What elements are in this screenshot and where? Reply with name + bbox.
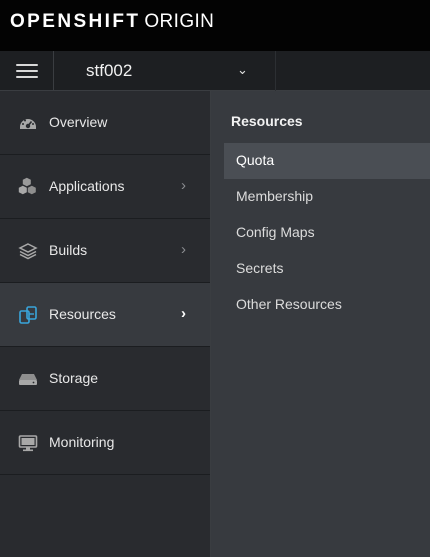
chevron-right-icon: ›	[181, 241, 186, 258]
secondary-item-membership[interactable]: Membership	[224, 179, 430, 215]
nav-label: Storage	[49, 370, 99, 386]
cubes-icon	[18, 177, 36, 195]
nav-item-builds[interactable]: Builds ›	[0, 219, 210, 283]
project-name: stf002	[86, 61, 133, 80]
secondary-item-secrets[interactable]: Secrets	[224, 251, 430, 287]
secondary-nav: Resources Quota Membership Config Maps S…	[211, 91, 430, 557]
nav-label: Builds	[49, 242, 88, 258]
hamburger-menu-button[interactable]	[0, 51, 54, 91]
project-bar: stf002 ⌄	[0, 51, 430, 91]
chevron-right-icon: ›	[181, 305, 186, 322]
secondary-item-config-maps[interactable]: Config Maps	[224, 215, 430, 251]
secondary-item-quota[interactable]: Quota	[224, 143, 430, 179]
nav-label: Monitoring	[49, 434, 115, 450]
secondary-item-other-resources[interactable]: Other Resources	[224, 287, 430, 323]
storage-icon	[19, 374, 37, 385]
brand-product: ORIGIN	[144, 11, 215, 32]
nav-label: Overview	[49, 114, 108, 130]
nav-item-monitoring[interactable]: Monitoring	[0, 411, 210, 475]
layers-icon	[18, 243, 38, 260]
secondary-nav-list: Quota Membership Config Maps Secrets Oth…	[224, 143, 430, 323]
hamburger-bar	[16, 70, 38, 72]
masthead: OPENSHIFT ORIGIN	[0, 0, 430, 51]
nav-item-applications[interactable]: Applications ›	[0, 155, 210, 219]
hamburger-bar	[16, 64, 38, 66]
nav-label: Applications	[49, 178, 125, 194]
chevron-right-icon: ›	[181, 177, 186, 194]
monitor-icon	[18, 435, 38, 452]
chevron-down-icon: ⌄	[237, 62, 248, 77]
brand-logo[interactable]: OPENSHIFT ORIGIN	[10, 11, 214, 33]
brand-name: OPENSHIFT	[10, 11, 141, 32]
project-selector[interactable]: stf002 ⌄	[54, 51, 276, 91]
primary-nav: Overview Applications › Builds › Resourc…	[0, 91, 211, 557]
nav-label: Resources	[49, 306, 116, 322]
resources-icon	[19, 306, 37, 324]
nav-item-storage[interactable]: Storage	[0, 347, 210, 411]
dashboard-icon	[20, 119, 36, 129]
hamburger-bar	[16, 76, 38, 78]
secondary-nav-title: Resources	[231, 113, 303, 129]
nav-item-overview[interactable]: Overview	[0, 91, 210, 155]
nav-item-resources[interactable]: Resources ›	[0, 283, 210, 347]
